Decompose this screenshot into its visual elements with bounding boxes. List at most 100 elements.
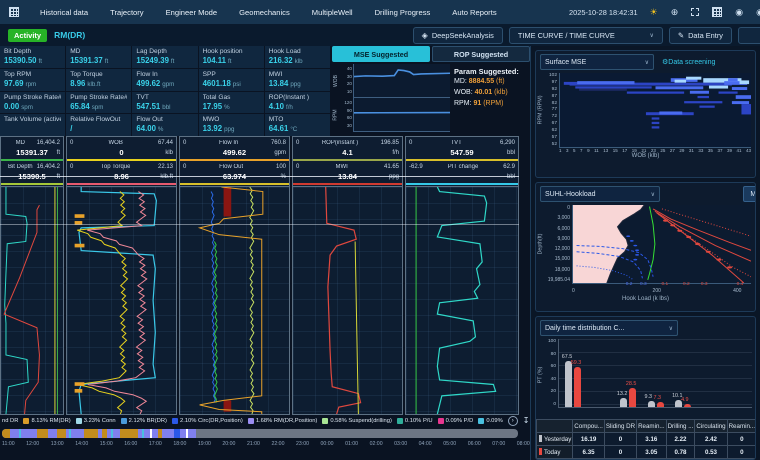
metric-cell: Flow Out64.00% — [132, 114, 197, 136]
daily-table-header: Compou...Sliding DRReamin...Drilling ...… — [537, 420, 757, 433]
curve-value: 547.59 — [406, 148, 518, 157]
metric-value: 547.51bbl — [136, 102, 193, 111]
metric-value: 499.62gpm — [136, 79, 193, 88]
time-cursor-line[interactable] — [0, 224, 519, 225]
mse-ylabel: RPM (RPM) — [536, 73, 545, 147]
metric-value: 104.11ft — [203, 56, 260, 65]
language-globe-icon[interactable]: ⊕ — [671, 8, 679, 17]
suggestion-body: WOB40302010RPM120906030 Param Suggested:… — [332, 64, 530, 134]
hookload-chart — [572, 205, 751, 284]
curve-unit: ft — [57, 150, 60, 156]
mse-xtick: 9 — [587, 148, 590, 153]
curve-value-row: 8.96klb.ft — [67, 172, 176, 184]
timeline-segment — [102, 429, 107, 438]
daily-chart-row: PT (%) 100806040200 67.513.29.310.159.32… — [536, 339, 755, 411]
legend-label: 0.09% P/D — [446, 418, 474, 424]
user-circle-icon[interactable]: ◉ — [735, 8, 743, 17]
param-unit: (RPM) — [483, 100, 503, 107]
metric-label: MWO — [203, 116, 260, 123]
manual-button[interactable]: Man — [743, 186, 756, 202]
nav-item-multiplewell[interactable]: MultipleWell — [301, 8, 364, 17]
curve-name: Top Torque — [101, 164, 131, 170]
data-screening-link[interactable]: ⚙Data screening — [662, 58, 715, 66]
curve-header: 0Top Torque22.138.96klb.ft — [67, 161, 176, 185]
mini-chart-wob: WOB40302010 — [332, 64, 450, 98]
track-header: MD16,404.215391.37ftBit Depth16,404.2153… — [0, 136, 64, 186]
curve-mode-select[interactable]: TIME CURVE / TIME CURVE ∨ — [509, 27, 663, 44]
timeline-segment — [186, 429, 188, 438]
clipped-edge-button[interactable] — [738, 27, 760, 44]
timeline-tick: 12:00 — [26, 441, 39, 447]
nav-item-engineer-mode[interactable]: Engineer Mode — [155, 8, 229, 17]
timeline-segment — [37, 429, 48, 438]
nav-item-historical-data[interactable]: Historical data — [29, 8, 99, 17]
tab-mse-suggested[interactable]: MSE Suggested — [332, 46, 430, 62]
tab-rop-suggested[interactable]: ROP Suggested — [432, 46, 530, 62]
analysis-panel: Surface MSE ∨ ⚙Data screening RPM (RPM) … — [530, 46, 760, 460]
nav-item-drilling-progress[interactable]: Drilling Progress — [364, 8, 442, 17]
hookload-ytick: 18,000 — [545, 267, 570, 273]
curve-value-row: 4.1f/h — [293, 148, 402, 160]
metric-unit: f/h — [286, 104, 293, 111]
param-key: WOB: — [454, 89, 475, 96]
param-value: 8884.55 — [469, 78, 496, 85]
metric-label: MTO — [269, 116, 326, 123]
curve-scale-row: 0MWI41.65 — [293, 161, 402, 172]
friction-factor-label: 0.2 — [683, 282, 690, 287]
hookload-ytick: 12,000 — [545, 246, 570, 252]
curve-scale-row: 0WOB67.44 — [67, 137, 176, 148]
legend-download-icon[interactable]: ↧ — [523, 417, 530, 425]
nav-item-geomechanics[interactable]: Geomechanics — [228, 8, 301, 17]
apps-grid-icon[interactable] — [712, 7, 722, 17]
legend-item: 2.10% Circ(DR,Position) — [172, 418, 243, 424]
app-menu-icon[interactable] — [9, 7, 19, 17]
curve-min: 0 — [183, 140, 186, 146]
track-plot — [66, 186, 177, 415]
metric-unit: klb — [295, 58, 303, 65]
activity-timeline-bar[interactable] — [2, 429, 518, 438]
mini-tick: 10 — [340, 89, 352, 94]
curve-max: 6,290 — [500, 140, 515, 146]
metric-label: MD — [70, 48, 127, 55]
surface-mse-select[interactable]: Surface MSE ∨ — [540, 54, 654, 70]
legend-swatch — [322, 418, 328, 424]
daily-col-header: Reamin... — [727, 420, 756, 433]
surface-mse-card: Surface MSE ∨ ⚙Data screening RPM (RPM) … — [535, 50, 756, 178]
hookload-ytick: 15,000 — [545, 256, 570, 262]
curve-max: 22.13 — [158, 164, 173, 170]
data-entry-button[interactable]: ✎ Data Entry — [669, 27, 732, 44]
curve-header: 0Flow In760.8499.62gpm — [180, 137, 289, 161]
track-header: 0WOB67.440klb0Top Torque22.138.96klb.ft — [66, 136, 177, 186]
theme-sun-icon[interactable]: ☀ — [650, 8, 658, 17]
metric-value: 8.96klb.ft — [70, 79, 127, 88]
nav-item-trajectory[interactable]: Trajectory — [99, 8, 154, 17]
daily-bar-value: 28.5 — [626, 381, 637, 387]
curve-mode-value: TIME CURVE / TIME CURVE — [518, 31, 615, 40]
mse-xtick: 15 — [613, 148, 618, 153]
curve-max: 41.65 — [384, 164, 399, 170]
daily-bar-value: 59.3 — [571, 360, 582, 366]
daily-cell: 3.05 — [637, 446, 666, 459]
timeline-tick: 03:00 — [394, 441, 407, 447]
daily-yticks: 100806040200 — [545, 339, 558, 407]
metric-unit: rpm — [26, 81, 37, 88]
daily-ytick: 20 — [545, 389, 556, 394]
nav-item-auto-reports[interactable]: Auto Reports — [441, 8, 507, 17]
legend-label: 8.13% RM(DR) — [31, 418, 70, 424]
fullscreen-icon[interactable] — [691, 8, 699, 16]
param-line: MD: 8884.55 (ft) — [454, 77, 530, 88]
metric-cell: Top RPM97.69rpm — [0, 69, 65, 91]
value-cursor-line[interactable] — [0, 176, 519, 177]
hookload-select[interactable]: SUHL-Hookload ∨ — [540, 186, 660, 202]
metric-unit: % — [158, 126, 164, 133]
curve-max: 196.85 — [381, 140, 399, 146]
curve-min: 0 — [296, 164, 299, 170]
deepseek-analysis-button[interactable]: ◈ DeepSeekAnalysis — [413, 27, 503, 44]
daily-col-header: Sliding DR — [604, 420, 636, 433]
daily-time-select[interactable]: Daily time distribution C... ∨ — [540, 320, 678, 336]
clipped-edge-icon[interactable]: ◉ — [756, 8, 760, 17]
curve-scale-row: 0Flow In760.8 — [180, 137, 289, 148]
track-headers: MD16,404.215391.37ftBit Depth16,404.2153… — [0, 136, 521, 186]
metric-label: SPP — [203, 71, 260, 78]
legend-expand-icon[interactable]: › — [508, 416, 518, 426]
